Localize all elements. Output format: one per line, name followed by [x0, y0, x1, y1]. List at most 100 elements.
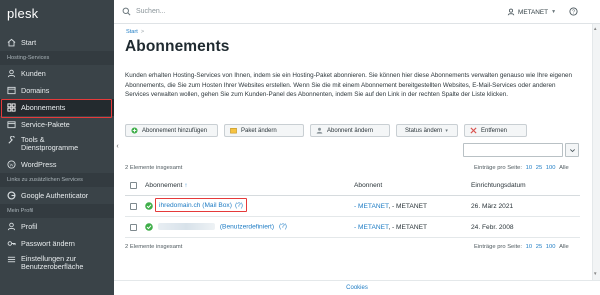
- sidebar-item-passwort[interactable]: Passwort ändern: [0, 235, 114, 252]
- settings-icon: [7, 255, 16, 264]
- key-icon: [7, 239, 16, 248]
- sidebar-item-kunden[interactable]: Kunden: [0, 65, 114, 82]
- change-plan-button[interactable]: Paket ändern: [224, 124, 304, 137]
- help-link[interactable]: (?): [235, 202, 243, 209]
- remove-icon: [470, 127, 477, 134]
- toolbar: Abonnement hinzufügen Paket ändern Abonn…: [125, 124, 585, 137]
- per-page-10[interactable]: 10: [526, 165, 532, 171]
- column-date[interactable]: Einrichtungsdatum: [471, 182, 526, 189]
- sidebar-item-abonnements[interactable]: Abonnements: [0, 99, 114, 118]
- breadcrumb-start[interactable]: Start: [126, 29, 138, 35]
- chevron-down-icon: ▼: [551, 9, 557, 15]
- list-search-input[interactable]: [463, 143, 563, 157]
- subscriber-cell: - METANET, - METANET: [354, 203, 428, 210]
- cookies-link[interactable]: Cookies: [346, 285, 368, 291]
- status-ok-icon: [145, 202, 153, 210]
- scroll-up-icon[interactable]: ▲: [593, 26, 597, 31]
- per-page-10[interactable]: 10: [526, 244, 532, 250]
- sidebar-section-links: Links zu zusätzlichen Services: [0, 173, 114, 187]
- home-icon: [7, 38, 16, 47]
- sidebar-item-einstellungen[interactable]: Einstellungen zur Benutzeroberfläche: [0, 252, 114, 275]
- change-subscriber-button[interactable]: Abonnent ändern: [310, 124, 390, 137]
- breadcrumb: Start >: [126, 29, 144, 35]
- sidebar-item-label: Domains: [21, 86, 50, 95]
- plesk-logo[interactable]: plesk: [0, 0, 114, 34]
- sidebar-item-label: Abonnements: [21, 103, 66, 112]
- sidebar-item-tools[interactable]: Tools & Dienstprogramme: [0, 133, 114, 156]
- grid-icon: [7, 103, 16, 112]
- plus-icon: [131, 127, 138, 134]
- sidebar-item-start[interactable]: Start: [0, 34, 114, 51]
- sort-asc-icon: ↑: [184, 183, 188, 189]
- package-icon: [7, 120, 16, 129]
- scroll-down-icon[interactable]: ▼: [593, 271, 597, 276]
- sidebar-section-profile: Mein Profil: [0, 204, 114, 218]
- search-icon: [122, 7, 131, 16]
- footer: Cookies: [114, 280, 600, 295]
- chevron-down-icon: ▾: [445, 127, 448, 134]
- help-link[interactable]: (?): [279, 223, 287, 230]
- total-count-bottom: 2 Elemente insgesamt: [125, 244, 183, 250]
- select-all-checkbox[interactable]: [130, 182, 137, 189]
- table-header: Abonnement ↑ Abonnent Einrichtungsdatum: [125, 177, 580, 196]
- row-checkbox[interactable]: [130, 203, 137, 210]
- date-cell: 24. Febr. 2008: [471, 224, 514, 231]
- row-checkbox[interactable]: [130, 224, 137, 231]
- status-ok-icon: [145, 223, 153, 231]
- sidebar-section-hosting: Hosting-Services: [0, 51, 114, 65]
- scrollbar[interactable]: [592, 24, 600, 280]
- page-title: Abonnements: [125, 38, 230, 55]
- svg-text:?: ?: [572, 9, 575, 15]
- global-search-input[interactable]: Suchen...: [136, 8, 166, 15]
- redacted-domain: [158, 223, 215, 230]
- wordpress-icon: W: [7, 160, 16, 169]
- package-icon: [230, 127, 237, 134]
- chevron-down-icon: [569, 148, 575, 152]
- change-status-button[interactable]: Status ändern ▾: [396, 124, 458, 137]
- table-row: (Benutzerdefiniert) (?) - METANET, - MET…: [125, 217, 580, 238]
- sidebar-item-label: Google Authenticator: [21, 191, 89, 200]
- subscription-cell: (Benutzerdefiniert) (?): [158, 223, 287, 230]
- subscriber-link[interactable]: - METANET: [354, 203, 388, 210]
- add-subscription-button[interactable]: Abonnement hinzufügen: [125, 124, 218, 137]
- top-bar: Suchen... METANET ▼ ?: [114, 0, 600, 24]
- sidebar-item-wordpress[interactable]: W WordPress: [0, 156, 114, 173]
- list-search-options-button[interactable]: [565, 143, 579, 157]
- subscriber-cell: - METANET, - METANET: [354, 224, 428, 231]
- per-page-all: Alle: [559, 244, 569, 250]
- date-cell: 26. März 2021: [471, 203, 514, 210]
- sidebar-item-profil[interactable]: Profil: [0, 218, 114, 235]
- sidebar-collapse-toggle[interactable]: ‹: [114, 140, 121, 152]
- tools-icon: [7, 136, 16, 145]
- per-page-25[interactable]: 25: [536, 244, 542, 250]
- sidebar-item-label: Kunden: [21, 69, 46, 78]
- table-row: ihredomain.ch (Mail Box) (?) - METANET, …: [125, 196, 580, 217]
- user-icon: [316, 127, 323, 134]
- per-page-100[interactable]: 100: [546, 165, 556, 171]
- sidebar-item-domains[interactable]: Domains: [0, 82, 114, 99]
- per-page-all: Alle: [559, 165, 569, 171]
- subscription-link[interactable]: (Benutzerdefiniert): [220, 223, 274, 230]
- sidebar-item-label: Profil: [21, 222, 38, 231]
- per-page-selector-bottom: Einträge pro Seite: 10 25 100 Alle: [474, 244, 569, 250]
- per-page-25[interactable]: 25: [536, 165, 542, 171]
- svg-text:W: W: [9, 162, 14, 167]
- per-page-selector: Einträge pro Seite: 10 25 100 Alle: [474, 165, 569, 171]
- sidebar-item-label: Einstellungen zur Benutzeroberfläche: [21, 254, 84, 271]
- google-icon: [7, 191, 16, 200]
- subscription-link[interactable]: ihredomain.ch (Mail Box): [159, 202, 232, 209]
- remove-button[interactable]: Entfernen: [464, 124, 527, 137]
- sidebar-item-google-authenticator[interactable]: Google Authenticator: [0, 187, 114, 204]
- sidebar-item-service-pakete[interactable]: Service-Pakete: [0, 116, 114, 133]
- help-icon[interactable]: ?: [569, 7, 578, 16]
- column-subscription[interactable]: Abonnement ↑: [145, 182, 187, 189]
- sidebar-item-label: Passwort ändern: [21, 239, 75, 248]
- column-subscriber[interactable]: Abonnent: [354, 182, 382, 189]
- user-menu[interactable]: METANET ▼: [507, 8, 556, 16]
- subscriber-link[interactable]: - METANET: [354, 224, 388, 231]
- sidebar-item-label: Service-Pakete: [21, 120, 70, 129]
- per-page-100[interactable]: 100: [546, 244, 556, 250]
- sidebar: plesk Start Hosting-Services Kunden Doma…: [0, 0, 114, 295]
- user-icon: [507, 8, 515, 16]
- user-name: METANET: [518, 8, 549, 16]
